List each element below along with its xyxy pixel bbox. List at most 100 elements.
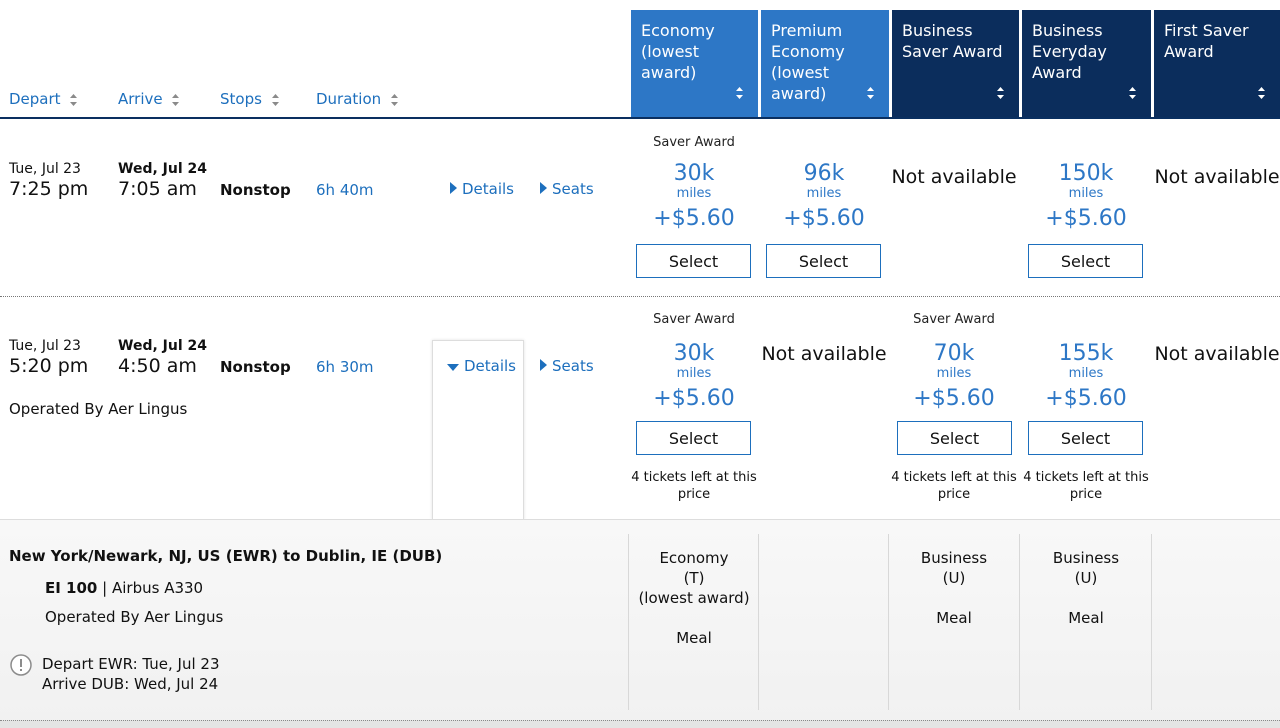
sort-caret-icon: [69, 93, 78, 107]
fare-header-business-saver[interactable]: Business Saver Award: [892, 10, 1019, 119]
miles-amount: 70k: [933, 341, 975, 366]
cabin-line: (U): [942, 569, 966, 587]
flight-info: EI 100 | Airbus A330: [45, 579, 203, 597]
fare-header-first-saver[interactable]: First Saver Award: [1154, 10, 1280, 119]
miles-amount: 30k: [673, 341, 715, 366]
tax-amount: +$5.60: [783, 206, 865, 231]
fare-header-label: Business Saver Award: [902, 21, 1003, 61]
fare-header-label: First Saver Award: [1164, 21, 1249, 61]
cabin-line: Economy: [659, 549, 729, 567]
miles-amount: 96k: [803, 161, 845, 186]
meal-label: Meal: [1068, 609, 1104, 627]
alert-icon[interactable]: [10, 654, 32, 676]
tax-amount: +$5.60: [913, 386, 995, 411]
fare-cell-business-everyday: 150k miles +$5.60: [1021, 134, 1151, 233]
depart-date: Tue, Jul 23: [9, 161, 81, 177]
row-divider: [0, 296, 1280, 297]
fare-header-premium-economy[interactable]: Premium Economy (lowest award): [761, 10, 889, 119]
caret-down-icon: [447, 357, 459, 375]
arrive-time: 4:50 am: [118, 355, 197, 377]
column-divider: [1151, 534, 1152, 710]
saver-award-label: Saver Award: [653, 135, 735, 150]
duration-value: 6h 30m: [316, 358, 374, 376]
sort-caret-icon: [735, 84, 744, 105]
seats-link[interactable]: Seats: [540, 357, 594, 375]
select-button[interactable]: Select: [636, 421, 751, 455]
sort-depart[interactable]: Depart: [9, 90, 78, 108]
fare-cell-economy: Saver Award 30k miles +$5.60: [629, 311, 759, 413]
miles-unit: miles: [676, 366, 712, 381]
sort-caret-icon: [171, 93, 180, 107]
tickets-left-note: 4 tickets left at this price: [1023, 470, 1149, 502]
fare-header-business-everyday[interactable]: Business Everyday Award: [1022, 10, 1151, 119]
select-button[interactable]: Select: [766, 244, 881, 278]
miles-unit: miles: [806, 186, 842, 201]
sort-caret-icon: [996, 84, 1005, 105]
caret-right-icon: [450, 180, 457, 198]
fare-header-economy[interactable]: Economy (lowest award): [631, 10, 758, 119]
select-button[interactable]: Select: [897, 421, 1012, 455]
details-link[interactable]: Details: [447, 357, 516, 375]
fare-cell-business-everyday: 155k miles +$5.60: [1021, 311, 1151, 413]
arrive-date: Wed, Jul 24: [118, 161, 207, 177]
sort-caret-icon: [866, 84, 875, 105]
fare-header-label: Business Everyday Award: [1032, 21, 1107, 82]
tax-amount: +$5.60: [653, 206, 735, 231]
sort-caret-icon: [271, 93, 280, 107]
miles-amount: 30k: [673, 161, 715, 186]
sort-stops-label: Stops: [220, 90, 262, 108]
cabin-line: (U): [1074, 569, 1098, 587]
depart-time: 7:25 pm: [9, 178, 89, 200]
seats-link-label: Seats: [552, 180, 594, 198]
stops-value: Nonstop: [220, 181, 291, 199]
arrive-time: 7:05 am: [118, 178, 197, 200]
depart-date: Tue, Jul 23: [9, 338, 81, 354]
miles-amount: 155k: [1058, 341, 1114, 366]
tickets-left-note: 4 tickets left at this price: [631, 470, 757, 502]
details-link[interactable]: Details: [450, 180, 514, 198]
column-divider: [1019, 534, 1020, 710]
tax-amount: +$5.60: [1045, 206, 1127, 231]
meal-label: Meal: [676, 629, 712, 647]
sort-duration[interactable]: Duration: [316, 90, 399, 108]
miles-amount: 150k: [1058, 161, 1114, 186]
sort-caret-icon: [390, 93, 399, 107]
details-link-label: Details: [464, 357, 517, 375]
miles-unit: miles: [676, 186, 712, 201]
not-available-label: Not available: [891, 166, 1017, 188]
miles-unit: miles: [936, 366, 972, 381]
miles-unit: miles: [1068, 366, 1104, 381]
arrive-date: Wed, Jul 24: [118, 338, 207, 354]
operated-by: Operated By Aer Lingus: [9, 400, 188, 418]
miles-unit: miles: [1068, 186, 1104, 201]
caret-right-icon: [540, 357, 547, 375]
seats-link-label: Seats: [552, 357, 594, 375]
seats-link[interactable]: Seats: [540, 180, 594, 198]
sort-stops[interactable]: Stops: [220, 90, 280, 108]
select-button[interactable]: Select: [1028, 421, 1143, 455]
operated-by: Operated By Aer Lingus: [45, 608, 224, 626]
sort-arrive[interactable]: Arrive: [118, 90, 180, 108]
fare-cell-economy: Saver Award 30k miles +$5.60: [629, 134, 759, 233]
sort-caret-icon: [1128, 84, 1137, 105]
tax-amount: +$5.60: [1045, 386, 1127, 411]
arrive-info: Arrive DUB: Wed, Jul 24: [42, 675, 219, 693]
route-title: New York/Newark, NJ, US (EWR) to Dublin,…: [9, 547, 443, 565]
cabin-info-economy: Economy (T) (lowest award) Meal: [629, 548, 759, 648]
depart-time: 5:20 pm: [9, 355, 89, 377]
depart-info: Depart EWR: Tue, Jul 23: [42, 655, 220, 673]
caret-right-icon: [540, 180, 547, 198]
select-button[interactable]: Select: [1028, 244, 1143, 278]
panel-bottom-edge: [0, 720, 1280, 728]
select-button[interactable]: Select: [636, 244, 751, 278]
cabin-line: (lowest award): [638, 589, 750, 607]
flight-separator: |: [102, 579, 108, 597]
stops-value: Nonstop: [220, 358, 291, 376]
fare-cell-premium-economy: 96k miles +$5.60: [759, 134, 889, 233]
sort-caret-icon: [1257, 84, 1266, 105]
sort-depart-label: Depart: [9, 90, 61, 108]
not-available-label: Not available: [1154, 343, 1280, 365]
header-divider: [0, 117, 1280, 119]
cabin-line: Business: [920, 549, 988, 567]
fare-cell-business-saver: Saver Award 70k miles +$5.60: [889, 311, 1019, 413]
